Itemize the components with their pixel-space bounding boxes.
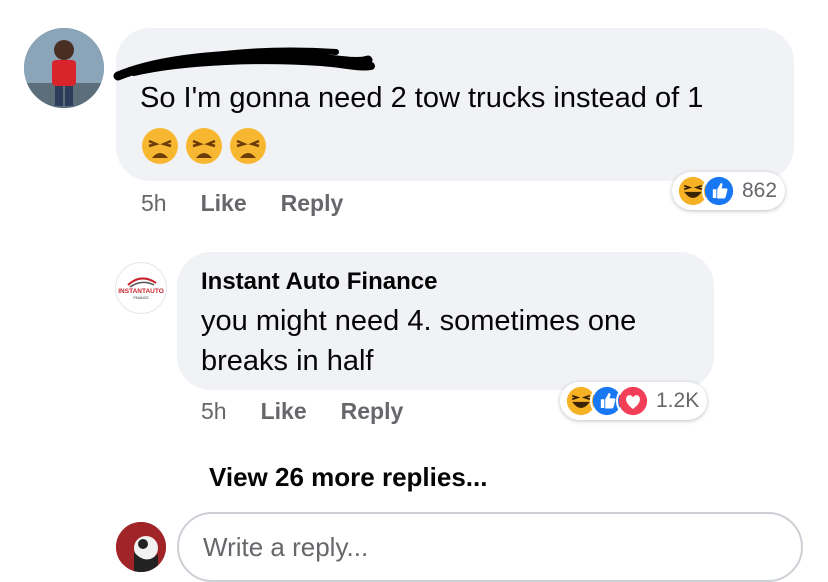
reply-avatar[interactable]: INSTANTAUTO FINANCE <box>115 262 167 314</box>
commenter-avatar[interactable] <box>24 28 104 108</box>
reply-timestamp[interactable]: 5h <box>201 398 227 425</box>
comment-actions: 5h Like Reply <box>141 190 343 217</box>
reply-input[interactable] <box>201 530 801 564</box>
current-user-avatar[interactable] <box>116 522 166 572</box>
reply-bubble: Instant Auto Finance you might need 4. s… <box>177 252 714 390</box>
reply-composer[interactable] <box>177 512 803 582</box>
reply-actions: 5h Like Reply <box>201 398 403 425</box>
comment-like-button[interactable]: Like <box>201 190 247 217</box>
weary-face-icon <box>230 128 266 164</box>
current-user-photo <box>116 522 166 572</box>
weary-face-icon <box>142 128 178 164</box>
reply-reactions[interactable]: 1.2K <box>560 382 708 420</box>
instant-auto-finance-logo: INSTANTAUTO FINANCE <box>118 277 164 300</box>
reply-author[interactable]: Instant Auto Finance <box>201 268 437 296</box>
weary-face-icon <box>186 128 222 164</box>
comment-reply-button[interactable]: Reply <box>281 190 344 217</box>
logo-text: INSTANTAUTO <box>118 288 164 295</box>
reply-text-line-2: breaks in half <box>201 345 374 377</box>
reply-reply-button[interactable]: Reply <box>341 398 404 425</box>
view-more-replies-link[interactable]: View 26 more replies... <box>209 462 487 493</box>
comment-reactions[interactable]: 862 <box>672 172 786 210</box>
reply-like-button[interactable]: Like <box>261 398 307 425</box>
love-heart-icon <box>616 384 650 418</box>
like-thumb-icon <box>702 174 736 208</box>
comment-timestamp[interactable]: 5h <box>141 190 167 217</box>
commenter-photo <box>24 28 104 108</box>
comment-emojis <box>140 126 272 166</box>
comment-reaction-count: 862 <box>742 179 778 202</box>
comment-bubble: So I'm gonna need 2 tow trucks instead o… <box>113 28 794 181</box>
reply-text-line-1: you might need 4. sometimes one <box>201 305 637 337</box>
reply-reaction-count: 1.2K <box>656 389 700 412</box>
logo-subtext: FINANCE <box>133 296 149 300</box>
comment-text: So I'm gonna need 2 tow trucks instead o… <box>140 82 704 114</box>
